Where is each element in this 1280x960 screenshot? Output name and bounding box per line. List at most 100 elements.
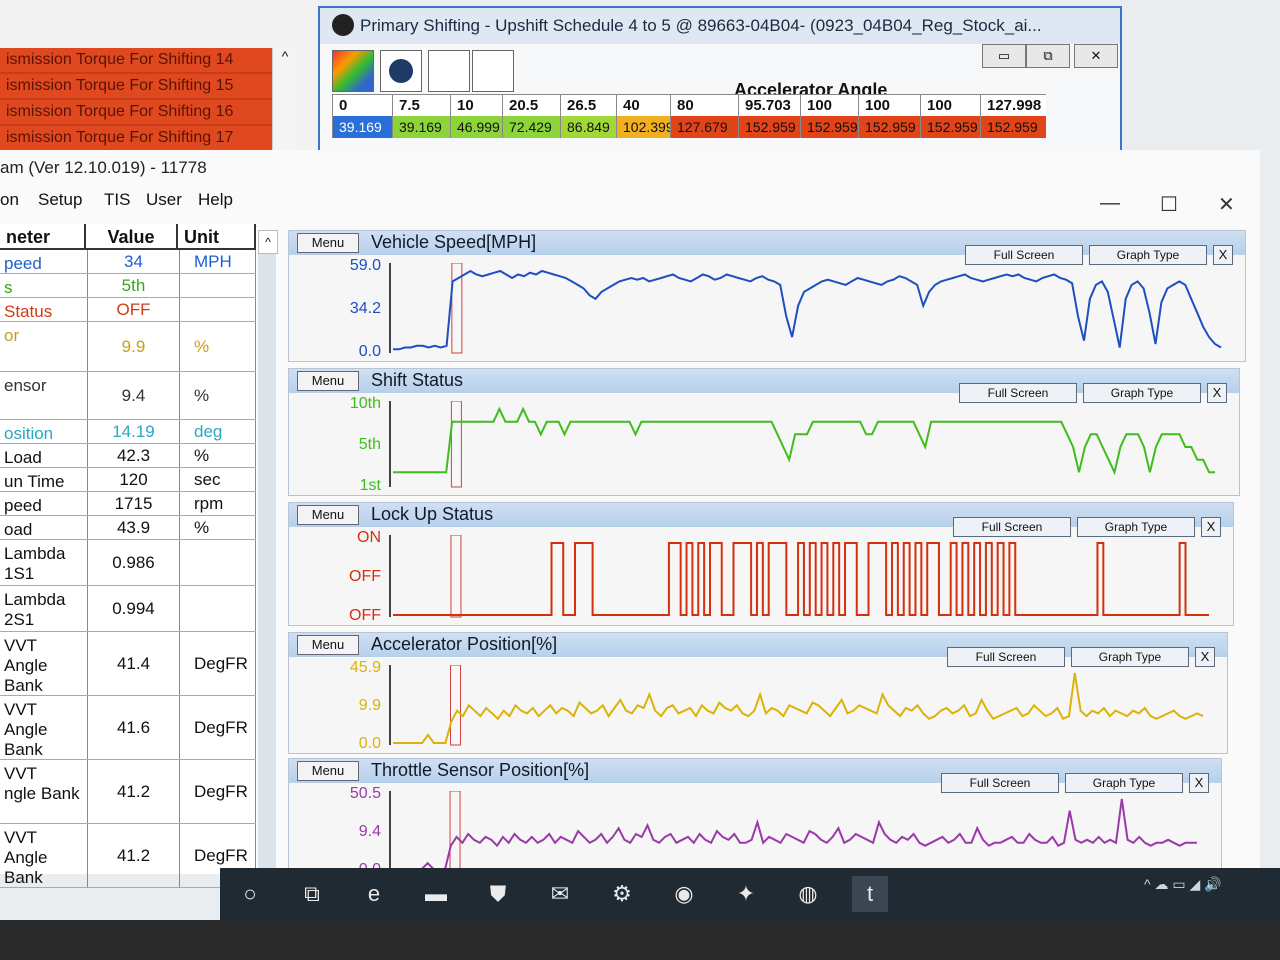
table-value-cell[interactable]: 39.169 bbox=[392, 116, 450, 138]
menu-item-setup[interactable]: Setup bbox=[38, 190, 82, 210]
torque-list-item[interactable]: ismission Torque For Shifting 14 bbox=[0, 48, 296, 74]
parameter-row[interactable]: or 9.9% bbox=[0, 322, 256, 372]
torque-list-scrollbar[interactable]: ^ bbox=[272, 48, 297, 152]
graph-type-button[interactable]: Graph Type bbox=[1077, 517, 1195, 537]
parameter-row[interactable]: Lambda 2S1 0.994 bbox=[0, 586, 256, 632]
torque-list-item[interactable]: ismission Torque For Shifting 16 bbox=[0, 100, 296, 126]
graph-menu-button[interactable]: Menu bbox=[297, 761, 359, 781]
cursor-marker[interactable] bbox=[449, 791, 461, 872]
full-screen-button[interactable]: Full Screen bbox=[959, 383, 1077, 403]
scroll-up-icon[interactable]: ^ bbox=[282, 48, 289, 64]
menu-item-on[interactable]: on bbox=[0, 190, 19, 210]
table-header-cell[interactable]: 26.5 bbox=[560, 94, 616, 116]
parameter-row[interactable]: ensor 9.4% bbox=[0, 372, 256, 420]
menu-item-user[interactable]: User bbox=[146, 190, 182, 210]
column-header-unit[interactable]: Unit bbox=[178, 224, 256, 250]
parameter-row[interactable]: VVT Angle Bank 41.6 DegFR bbox=[0, 696, 256, 760]
table-value-cell[interactable]: 127.679 bbox=[670, 116, 738, 138]
close-graph-button[interactable]: X bbox=[1201, 517, 1221, 537]
table-value-cell[interactable]: 152.959 bbox=[980, 116, 1046, 138]
graph-type-button[interactable]: Graph Type bbox=[1071, 647, 1189, 667]
parameter-scrollbar[interactable] bbox=[258, 230, 276, 870]
torque-list-item[interactable]: ismission Torque For Shifting 17 bbox=[0, 126, 296, 152]
table-header-cell[interactable]: 0 bbox=[332, 94, 392, 116]
chrome-icon[interactable]: ◉ bbox=[666, 876, 702, 912]
full-screen-button[interactable]: Full Screen bbox=[953, 517, 1071, 537]
start-circle-icon[interactable]: ○ bbox=[232, 876, 268, 912]
table-value-cell[interactable]: 72.429 bbox=[502, 116, 560, 138]
graph-menu-button[interactable]: Menu bbox=[297, 371, 359, 391]
graph-plot[interactable] bbox=[389, 791, 1203, 875]
system-tray[interactable]: ^ ☁ ▭ ◢ 🔊 bbox=[1144, 876, 1222, 893]
cursor-marker[interactable] bbox=[450, 535, 462, 618]
app-1-icon[interactable]: ✦ bbox=[728, 876, 764, 912]
parameter-row[interactable]: Lambda 1S1 0.986 bbox=[0, 540, 256, 586]
parameter-row[interactable]: oad 43.9% bbox=[0, 516, 256, 540]
parameter-row[interactable]: Status OFF bbox=[0, 298, 256, 322]
app-2-icon[interactable]: ◍ bbox=[790, 876, 826, 912]
column-header-parameter[interactable]: neter bbox=[0, 224, 86, 250]
table-value-cell[interactable]: 152.959 bbox=[920, 116, 980, 138]
parameter-row[interactable]: s 5th bbox=[0, 274, 256, 298]
cursor-marker[interactable] bbox=[450, 401, 462, 488]
cursor-marker[interactable] bbox=[450, 665, 461, 746]
table-header-cell[interactable]: 127.998 bbox=[980, 94, 1046, 116]
table-value-cell[interactable]: 152.959 bbox=[738, 116, 800, 138]
parameter-row[interactable]: VVT Angle Bank 41.2 DegFR bbox=[0, 824, 256, 888]
table-header-cell[interactable]: 80 bbox=[670, 94, 738, 116]
close-graph-button[interactable]: X bbox=[1207, 383, 1227, 403]
close-button[interactable]: ✕ bbox=[1218, 192, 1235, 217]
store-icon[interactable]: ⛊ bbox=[480, 876, 516, 912]
parameter-row[interactable]: Load 42.3% bbox=[0, 444, 256, 468]
menu-item-tis[interactable]: TIS bbox=[104, 190, 130, 210]
graph-type-button[interactable]: Graph Type bbox=[1065, 773, 1183, 793]
graph-plot[interactable] bbox=[389, 263, 1227, 357]
graph-plot[interactable] bbox=[389, 401, 1221, 491]
file-explorer-icon[interactable]: ▬ bbox=[418, 876, 454, 912]
settings-icon[interactable]: ⚙ bbox=[604, 876, 640, 912]
table-value-cell[interactable]: 152.959 bbox=[858, 116, 920, 138]
parameter-row[interactable]: peed 34 MPH bbox=[0, 250, 256, 274]
table-header-cell[interactable]: 100 bbox=[858, 94, 920, 116]
close-graph-button[interactable]: X bbox=[1195, 647, 1215, 667]
table-value-cell[interactable]: 86.849 bbox=[560, 116, 616, 138]
minimize-button[interactable]: — bbox=[1100, 192, 1120, 215]
close-graph-button[interactable]: X bbox=[1213, 245, 1233, 265]
parameter-row[interactable]: VVT Angle Bank 41.4 DegFR bbox=[0, 632, 256, 696]
table-header-cell[interactable]: 7.5 bbox=[392, 94, 450, 116]
graph-menu-button[interactable]: Menu bbox=[297, 635, 359, 655]
table-header-cell[interactable]: 100 bbox=[920, 94, 980, 116]
graph-plot[interactable] bbox=[389, 665, 1209, 749]
close-graph-button[interactable]: X bbox=[1189, 773, 1209, 793]
graph-plot[interactable] bbox=[389, 535, 1215, 621]
table-value-cell[interactable]: 46.999 bbox=[450, 116, 502, 138]
table-value-cell[interactable]: 39.169 bbox=[332, 116, 392, 138]
table-header-cell[interactable]: 100 bbox=[800, 94, 858, 116]
torque-list-item[interactable]: ismission Torque For Shifting 15 bbox=[0, 74, 296, 100]
graph-type-button[interactable]: Graph Type bbox=[1089, 245, 1207, 265]
scroll-up-icon[interactable]: ^ bbox=[258, 230, 278, 254]
graph-menu-button[interactable]: Menu bbox=[297, 233, 359, 253]
graph-menu-button[interactable]: Menu bbox=[297, 505, 359, 525]
table-value-cell[interactable]: 102.399 bbox=[616, 116, 674, 138]
full-screen-button[interactable]: Full Screen bbox=[965, 245, 1083, 265]
table-value-cell[interactable]: 152.959 bbox=[800, 116, 858, 138]
edge-icon[interactable]: e bbox=[356, 876, 392, 912]
parameter-row[interactable]: un Time 120 sec bbox=[0, 468, 256, 492]
menu-item-help[interactable]: Help bbox=[198, 190, 233, 210]
table-header-cell[interactable]: 10 bbox=[450, 94, 502, 116]
parameter-row[interactable]: VVT ngle Bank 41.2 DegFR bbox=[0, 760, 256, 824]
app-3-icon[interactable]: t bbox=[852, 876, 888, 912]
parameter-row[interactable]: peed 1715 rpm bbox=[0, 492, 256, 516]
column-header-value[interactable]: Value bbox=[86, 224, 178, 250]
parameter-row[interactable]: osition 14.19 deg bbox=[0, 420, 256, 444]
maximize-button[interactable]: ☐ bbox=[1160, 192, 1178, 217]
table-header-cell[interactable]: 40 bbox=[616, 94, 670, 116]
full-screen-button[interactable]: Full Screen bbox=[947, 647, 1065, 667]
mail-icon[interactable]: ✉ bbox=[542, 876, 578, 912]
table-header-cell[interactable]: 95.703 bbox=[738, 94, 800, 116]
table-header-cell[interactable]: 20.5 bbox=[502, 94, 560, 116]
full-screen-button[interactable]: Full Screen bbox=[941, 773, 1059, 793]
graph-type-button[interactable]: Graph Type bbox=[1083, 383, 1201, 403]
task-view-icon[interactable]: ⧉ bbox=[294, 876, 330, 912]
